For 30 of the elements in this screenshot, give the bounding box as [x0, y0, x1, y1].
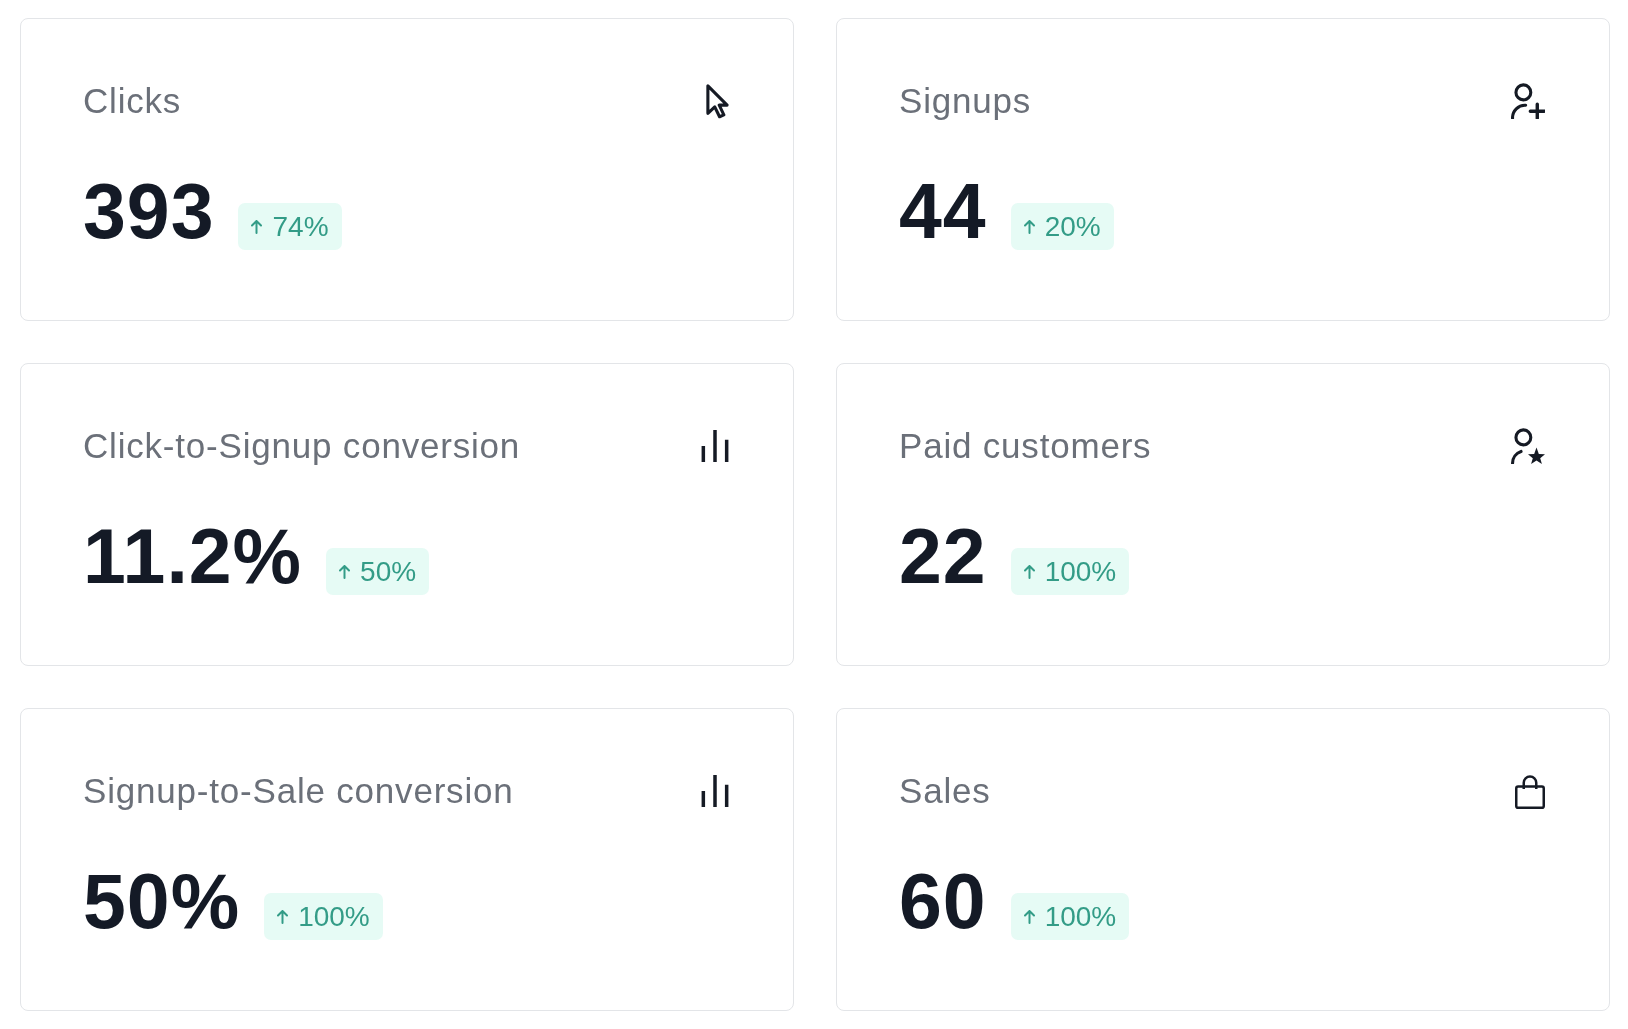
stat-title: Click-to-Signup conversion	[83, 425, 521, 467]
stat-value: 50%	[83, 863, 241, 940]
bar-chart-icon	[701, 430, 729, 462]
user-star-icon	[1511, 428, 1545, 464]
stat-title: Sales	[899, 770, 991, 812]
arrow-up-icon	[1023, 564, 1035, 579]
percent-change: 100%	[298, 900, 370, 934]
stat-title: Signup-to-Sale conversion	[83, 770, 514, 812]
user-plus-icon	[1511, 83, 1545, 119]
cursor-icon	[706, 83, 729, 119]
stat-value: 393	[83, 173, 215, 250]
arrow-up-icon	[1023, 909, 1035, 924]
percent-change: 50%	[360, 555, 417, 589]
shopping-bag-icon	[1515, 773, 1545, 809]
arrow-up-icon	[251, 219, 263, 234]
stat-title: Signups	[899, 80, 1032, 122]
percent-change: 100%	[1044, 555, 1117, 589]
bar-chart-icon	[701, 775, 729, 807]
stat-value: 44	[899, 173, 987, 250]
percent-change: 74%	[272, 210, 329, 244]
arrow-up-icon	[277, 909, 289, 924]
stat-value: 60	[899, 863, 987, 940]
arrow-up-icon	[1023, 219, 1035, 234]
arrow-up-icon	[339, 564, 351, 579]
stat-value: 22	[899, 518, 987, 595]
percent-change: 20%	[1044, 210, 1101, 244]
stat-title: Paid customers	[899, 425, 1152, 467]
stat-title: Clicks	[83, 80, 182, 122]
stat-value: 11.2%	[83, 518, 303, 595]
percent-change: 100%	[1044, 900, 1117, 934]
